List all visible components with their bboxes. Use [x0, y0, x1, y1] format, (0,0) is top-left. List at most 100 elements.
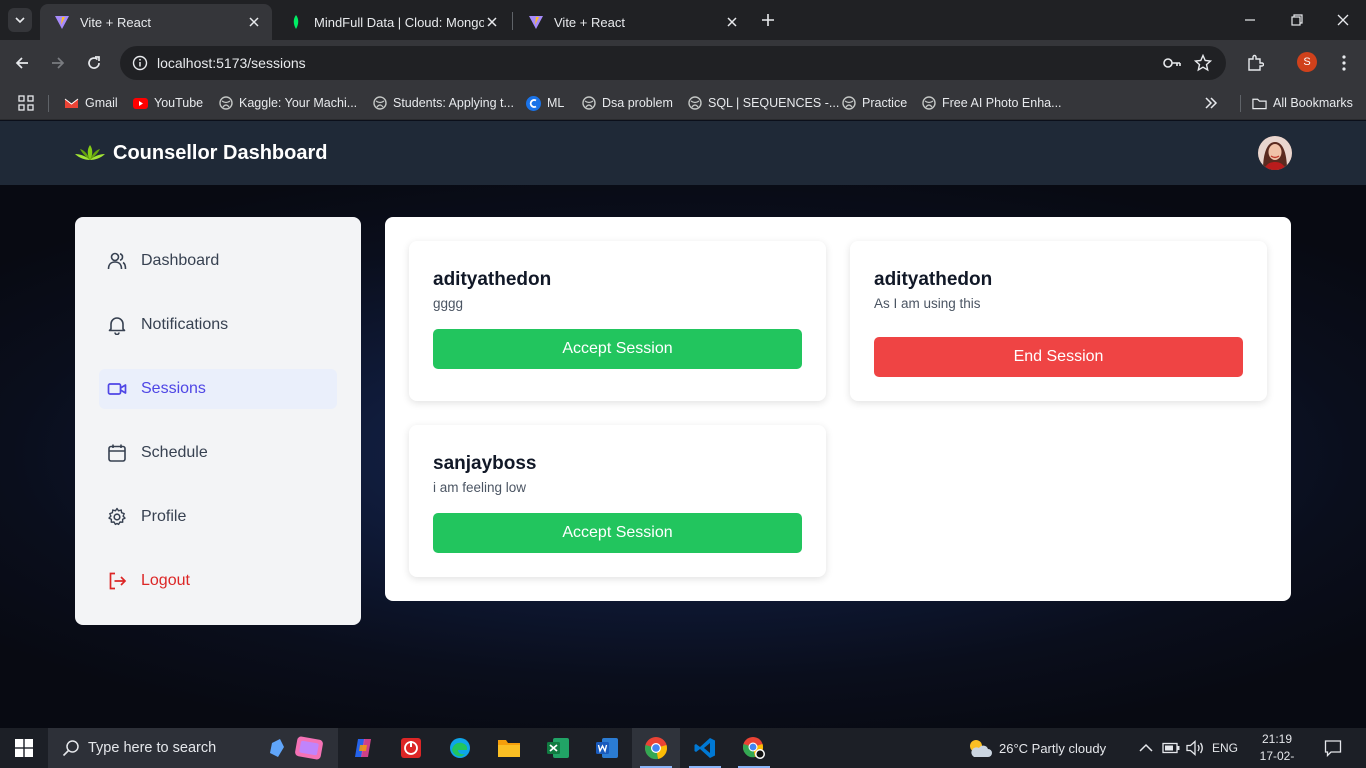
battery-icon[interactable] — [1162, 728, 1180, 768]
bookmark-gmail[interactable]: Gmail — [64, 93, 118, 113]
apps-grid-icon[interactable] — [18, 93, 34, 113]
volume-icon[interactable] — [1186, 728, 1204, 768]
weather-widget[interactable]: 26°C Partly cloudy — [966, 728, 1106, 768]
sidebar-item-dashboard[interactable]: Dashboard — [99, 241, 337, 281]
session-user-name: adityathedon — [874, 269, 993, 290]
close-icon[interactable] — [484, 14, 500, 30]
chrome-icon[interactable] — [632, 728, 680, 768]
file-explorer-icon[interactable] — [485, 728, 533, 768]
sidebar-item-label: Profile — [141, 508, 187, 525]
extensions-icon[interactable] — [1244, 52, 1266, 74]
browser-tab[interactable]: MindFull Data | Cloud: MongoDB — [274, 4, 510, 40]
chevron-double-right-icon[interactable] — [1204, 93, 1218, 113]
bookmark-ml[interactable]: ML — [526, 93, 564, 113]
browser-tab[interactable]: Vite + React — [514, 4, 750, 40]
mongodb-leaf-icon — [293, 15, 299, 29]
bookmark-practice[interactable]: Practice — [841, 93, 907, 113]
bell-icon — [107, 315, 127, 335]
all-bookmarks-label: All Bookmarks — [1273, 96, 1353, 110]
bookmark-label: Gmail — [85, 96, 118, 110]
browser-tab[interactable]: Vite + React — [40, 4, 272, 40]
session-message: As I am using this — [874, 296, 981, 311]
word-icon[interactable] — [583, 728, 631, 768]
sidebar-item-profile[interactable]: Profile — [99, 497, 337, 537]
globe-icon — [218, 96, 233, 111]
url-text: localhost:5173/sessions — [157, 55, 306, 71]
globe-icon — [687, 96, 702, 111]
sidebar-item-label: Sessions — [141, 380, 206, 397]
notification-center-icon[interactable] — [1324, 728, 1342, 768]
bookmarks-bar: Gmail YouTube Kaggle: Your Machi... Stud… — [0, 86, 1366, 120]
search-icon — [62, 740, 79, 757]
bookmark-photo-enhancer[interactable]: Free AI Photo Enha... — [921, 93, 1062, 113]
user-avatar[interactable] — [1258, 136, 1292, 170]
search-highlight-icon — [270, 736, 323, 760]
bookmark-label: ML — [547, 96, 565, 110]
address-bar[interactable]: localhost:5173/sessions — [120, 46, 1226, 80]
edge-icon[interactable] — [436, 728, 484, 768]
new-tab-icon[interactable] — [758, 10, 778, 30]
accept-session-button[interactable]: Accept Session — [433, 329, 802, 369]
sidebar-item-sessions[interactable]: Sessions — [99, 369, 337, 409]
clock-time: 21:19 — [1261, 732, 1293, 746]
bookmark-sql[interactable]: SQL | SEQUENCES -... — [687, 93, 839, 113]
site-info-icon[interactable] — [132, 55, 148, 71]
back-icon[interactable] — [11, 52, 33, 74]
copilot-icon[interactable] — [339, 728, 387, 768]
browser-tab-bar: Vite + React MindFull Data | Cloud: Mong… — [0, 0, 1366, 40]
sessions-panel: adityathedon gggg Accept Session adityat… — [385, 217, 1291, 601]
session-card: sanjayboss i am feeling low Accept Sessi… — [409, 425, 826, 577]
end-session-button[interactable]: End Session — [874, 337, 1243, 377]
bookmark-students[interactable]: Students: Applying t... — [372, 93, 514, 113]
bookmark-label: YouTube — [154, 96, 204, 110]
all-bookmarks-button[interactable]: All Bookmarks — [1252, 93, 1353, 113]
password-key-icon[interactable] — [1162, 55, 1182, 71]
clock-date: 17-02-2025 — [1259, 749, 1295, 768]
bookmark-label: Dsa problem — [602, 96, 673, 110]
profile-avatar-button[interactable]: S — [1297, 52, 1317, 72]
sidebar-item-schedule[interactable]: Schedule — [99, 433, 337, 473]
system-clock[interactable]: 21:19 17-02-2025 — [1251, 731, 1303, 768]
sidebar-item-logout[interactable]: Logout — [99, 561, 337, 601]
page-body: Counsellor Dashboard Dashboard Notificat… — [0, 121, 1366, 728]
tab-title: Vite + React — [554, 14, 625, 30]
calendar-icon — [107, 443, 127, 463]
bookmark-label: Kaggle: Your Machi... — [239, 96, 358, 110]
bookmark-kaggle[interactable]: Kaggle: Your Machi... — [218, 93, 357, 113]
chrome-profile-icon[interactable] — [730, 728, 778, 768]
taskbar-search-box[interactable]: Type here to search — [48, 728, 338, 768]
lotus-logo-icon — [75, 145, 105, 160]
bookmark-divider — [48, 95, 49, 112]
youtube-icon — [133, 96, 148, 111]
close-icon[interactable] — [246, 14, 262, 30]
forward-icon[interactable] — [47, 52, 69, 74]
globe-icon — [372, 96, 387, 111]
menu-kebab-icon[interactable] — [1333, 52, 1355, 74]
bookmark-star-icon[interactable] — [1194, 54, 1212, 72]
power-app-icon[interactable] — [387, 728, 435, 768]
sidebar-item-label: Notifications — [141, 316, 229, 333]
windows-taskbar: Type here to search 26°C Partly cloudy E… — [0, 728, 1366, 768]
session-user-name: adityathedon — [433, 269, 552, 290]
reload-icon[interactable] — [83, 52, 105, 74]
vscode-icon[interactable] — [681, 728, 729, 768]
close-icon[interactable] — [724, 14, 740, 30]
accept-session-button[interactable]: Accept Session — [433, 513, 802, 553]
excel-icon[interactable] — [534, 728, 582, 768]
close-window-icon[interactable] — [1333, 10, 1353, 30]
restore-icon[interactable] — [1287, 10, 1307, 30]
session-message: i am feeling low — [433, 480, 527, 495]
bookmark-dsa[interactable]: Dsa problem — [581, 93, 673, 113]
sidebar-item-notifications[interactable]: Notifications — [99, 305, 337, 345]
language-indicator[interactable]: ENG — [1212, 728, 1238, 768]
tab-search-icon[interactable] — [8, 8, 32, 32]
sidebar-item-label: Schedule — [141, 444, 208, 461]
bookmark-label: Free AI Photo Enha... — [942, 96, 1062, 110]
logout-icon — [107, 571, 127, 591]
windows-start-icon[interactable] — [0, 728, 48, 768]
browser-toolbar: localhost:5173/sessions — [0, 40, 1366, 86]
chevron-up-icon[interactable] — [1139, 728, 1153, 768]
minimize-icon[interactable] — [1240, 10, 1260, 30]
bookmark-youtube[interactable]: YouTube — [133, 93, 203, 113]
gmail-icon — [64, 96, 79, 111]
